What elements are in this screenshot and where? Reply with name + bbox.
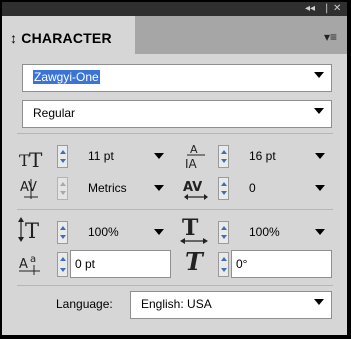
tracking-value: 0 — [249, 181, 256, 195]
title-bar-divider: | — [325, 3, 329, 14]
language-dropdown[interactable]: English: USA — [130, 291, 332, 319]
kerning-icon: AV — [20, 179, 38, 199]
font-size-value: 11 pt — [88, 149, 114, 163]
skew-value: 0° — [236, 257, 248, 271]
chevron-down-icon[interactable] — [315, 229, 325, 235]
tracking-icon: AV — [183, 180, 208, 200]
svg-text:a: a — [30, 254, 36, 265]
divider — [17, 133, 333, 134]
font-size-stepper[interactable] — [57, 145, 68, 168]
skew-input[interactable]: 0° — [231, 250, 332, 278]
collapse-panel-icon[interactable]: ◂◂ — [305, 3, 315, 14]
baseline-shift-stepper[interactable] — [57, 252, 68, 277]
tracking-stepper[interactable] — [218, 177, 229, 200]
svg-text:A: A — [190, 143, 198, 156]
tab-strip: ↕ CHARACTER ▾≡ — [2, 16, 347, 54]
svg-text:A: A — [19, 257, 28, 272]
kerning-value: Metrics — [88, 181, 127, 195]
close-panel-icon[interactable]: ✕ — [333, 3, 341, 14]
tab-character[interactable]: ↕ CHARACTER — [2, 16, 135, 54]
font-family-dropdown[interactable]: Zawgyi-One — [22, 64, 332, 92]
svg-text:T: T — [29, 148, 43, 170]
vertical-scale-icon: T — [18, 217, 39, 243]
leading-value: 16 pt — [249, 149, 276, 163]
vertical-scale-dropdown[interactable]: 100% — [74, 221, 170, 244]
font-style-value: Regular — [33, 106, 76, 120]
chevron-down-icon[interactable] — [154, 229, 164, 235]
chevron-down-icon[interactable] — [314, 72, 324, 78]
font-size-icon: T T — [19, 148, 43, 170]
skew-icon: T — [185, 248, 205, 276]
chevron-down-icon[interactable] — [154, 153, 164, 159]
horizontal-scale-value: 100% — [249, 225, 280, 239]
panel-menu-icon[interactable]: ▾≡ — [324, 30, 337, 44]
baseline-shift-value: 0 pt — [75, 257, 96, 271]
panel-title-bar: ◂◂ | ✕ — [2, 2, 347, 16]
chevron-down-icon[interactable] — [314, 299, 324, 305]
baseline-shift-input[interactable]: 0 pt — [70, 250, 171, 278]
chevron-down-icon[interactable] — [154, 185, 164, 191]
leading-stepper[interactable] — [218, 145, 229, 168]
tab-toggle-icon: ↕ — [10, 30, 18, 46]
font-size-dropdown[interactable]: 11 pt — [74, 145, 170, 168]
svg-text:T: T — [182, 216, 199, 241]
font-style-dropdown[interactable]: Regular — [22, 100, 332, 128]
tracking-dropdown[interactable]: 0 — [235, 177, 331, 200]
kerning-dropdown[interactable]: Metrics — [74, 177, 170, 200]
leading-dropdown[interactable]: 16 pt — [235, 145, 331, 168]
leading-icon: A IA — [185, 143, 205, 170]
skew-stepper[interactable] — [218, 252, 229, 277]
language-value: English: USA — [141, 297, 212, 311]
vertical-scale-value: 100% — [88, 225, 119, 239]
tab-character-label: ↕ CHARACTER — [10, 30, 112, 46]
divider — [17, 209, 333, 210]
divider — [17, 285, 333, 286]
horizontal-scale-icon: T — [180, 216, 208, 244]
vertical-scale-stepper[interactable] — [57, 221, 68, 244]
svg-text:AV: AV — [183, 180, 202, 195]
language-label: Language: — [56, 297, 113, 311]
kerning-stepper[interactable] — [57, 177, 68, 200]
font-family-value: Zawgyi-One — [33, 70, 100, 84]
svg-text:T: T — [25, 219, 39, 243]
horizontal-scale-dropdown[interactable]: 100% — [235, 221, 331, 244]
horizontal-scale-stepper[interactable] — [218, 221, 229, 244]
chevron-down-icon[interactable] — [315, 185, 325, 191]
svg-text:AV: AV — [20, 180, 37, 195]
chevron-down-icon[interactable] — [314, 108, 324, 114]
svg-text:T: T — [185, 248, 205, 276]
chevron-down-icon[interactable] — [315, 153, 325, 159]
baseline-shift-icon: A a — [19, 254, 40, 275]
svg-text:IA: IA — [185, 157, 198, 170]
character-panel: ◂◂ | ✕ ↕ CHARACTER ▾≡ Zawgyi-One Regular… — [2, 2, 347, 335]
